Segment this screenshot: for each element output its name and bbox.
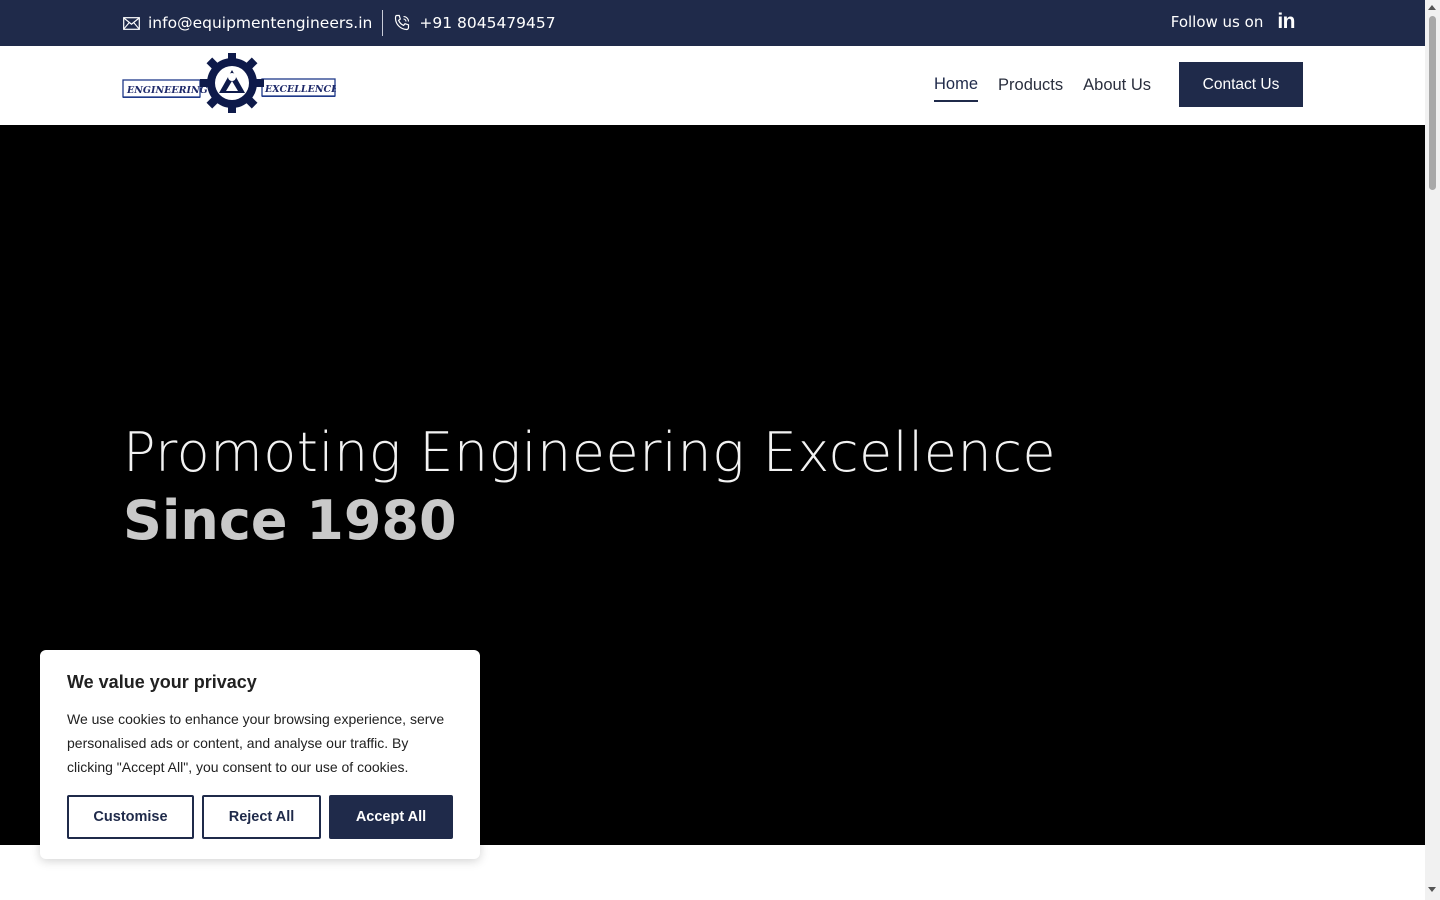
phone-icon bbox=[395, 14, 410, 31]
top-contact-info: info@equipmentengineers.in +91 804547945… bbox=[123, 0, 556, 46]
nav-about-us[interactable]: About Us bbox=[1083, 70, 1151, 101]
contact-us-button[interactable]: Contact Us bbox=[1179, 62, 1303, 107]
top-bar: info@equipmentengineers.in +91 804547945… bbox=[0, 0, 1425, 46]
mail-icon bbox=[123, 16, 140, 30]
logo-emblem: ENGINEERING EXCELLENCE bbox=[122, 51, 339, 115]
page-scrollbar[interactable] bbox=[1425, 0, 1440, 900]
main-nav: Home Products About Us bbox=[934, 46, 1151, 125]
email-text: info@equipmentengineers.in bbox=[148, 14, 373, 32]
follow-us: Follow us on in bbox=[1170, 0, 1296, 44]
hero-subheading: Since 1980 bbox=[123, 489, 457, 552]
scroll-down-icon[interactable] bbox=[1428, 887, 1436, 892]
hero-heading: Promoting Engineering Excellence bbox=[123, 421, 1057, 484]
scrollbar-thumb[interactable] bbox=[1429, 16, 1436, 190]
follow-label: Follow us on bbox=[1170, 13, 1264, 31]
linkedin-icon[interactable]: in bbox=[1277, 10, 1295, 34]
cookie-actions: Customise Reject All Accept All bbox=[67, 795, 453, 839]
cookie-consent-banner: We value your privacy We use cookies to … bbox=[40, 650, 480, 859]
phone-link[interactable]: +91 8045479457 bbox=[393, 14, 556, 32]
site-logo[interactable]: ENGINEERING EXCELLENCE bbox=[122, 51, 339, 115]
divider bbox=[382, 10, 384, 36]
nav-products[interactable]: Products bbox=[998, 70, 1063, 101]
email-link[interactable]: info@equipmentengineers.in bbox=[123, 14, 372, 32]
site-header: ENGINEERING EXCELLENCE Home Products Abo… bbox=[0, 46, 1425, 125]
scroll-up-icon[interactable] bbox=[1428, 5, 1436, 10]
logo-left-text: ENGINEERING bbox=[126, 85, 208, 96]
accept-all-button[interactable]: Accept All bbox=[329, 795, 453, 839]
customise-button[interactable]: Customise bbox=[67, 795, 194, 839]
nav-home[interactable]: Home bbox=[934, 69, 979, 102]
cookie-body: We use cookies to enhance your browsing … bbox=[67, 711, 445, 775]
cookie-title: We value your privacy bbox=[67, 672, 257, 692]
reject-all-button[interactable]: Reject All bbox=[202, 795, 321, 839]
phone-text: +91 8045479457 bbox=[419, 14, 556, 32]
logo-right-text: EXCELLENCE bbox=[264, 84, 336, 95]
